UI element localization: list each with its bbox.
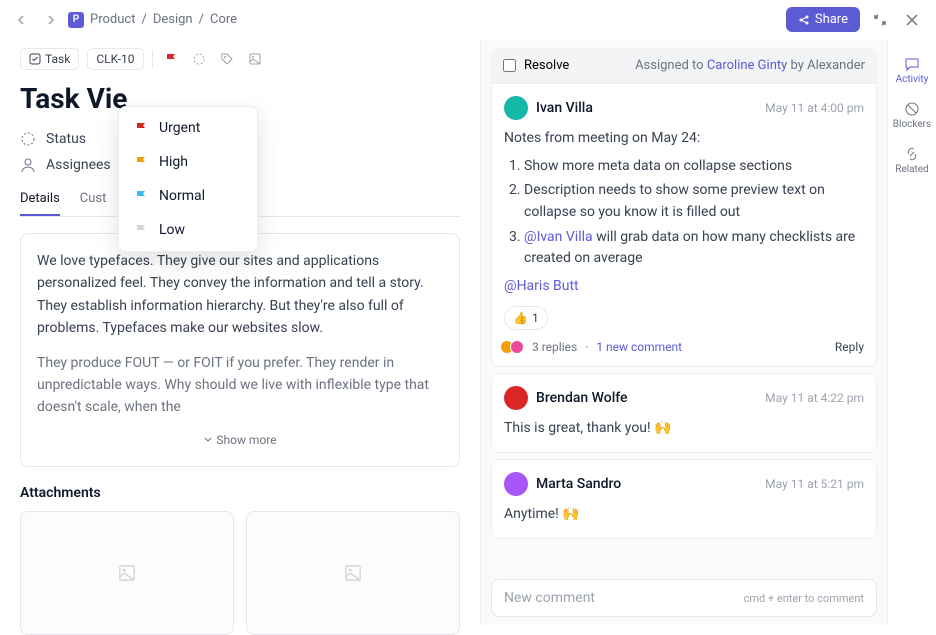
mention[interactable]: @Ivan Villa [524, 229, 593, 245]
link-icon [904, 146, 920, 162]
comment: Marta Sandro May 11 at 5:21 pm Anytime! … [491, 459, 877, 539]
image-icon [117, 563, 137, 583]
priority-option-low[interactable]: Low [119, 213, 257, 247]
task-id-pill[interactable]: CLK-10 [87, 48, 143, 70]
nav-back[interactable] [12, 10, 32, 30]
check-icon [29, 53, 41, 65]
breadcrumb-item[interactable]: Core [210, 12, 237, 27]
resolve-checkbox[interactable] [503, 59, 516, 72]
priority-option-high[interactable]: High [119, 145, 257, 179]
flag-icon [133, 223, 149, 237]
nav-forward[interactable] [40, 10, 60, 30]
flag-icon [133, 121, 149, 135]
comment: Ivan Villa May 11 at 4:00 pm Notes from … [491, 83, 877, 367]
sidetab-related[interactable]: Related [888, 138, 936, 183]
resolve-label: Resolve [524, 58, 569, 73]
comment-time: May 11 at 5:21 pm [765, 477, 864, 491]
replies-count[interactable]: 3 replies [532, 340, 577, 354]
attachment-placeholder[interactable] [246, 511, 460, 635]
assigned-text: Assigned to Caroline Ginty by Alexander [635, 58, 865, 73]
tab-details[interactable]: Details [20, 183, 60, 216]
new-comment-count[interactable]: 1 new comment [596, 340, 682, 354]
avatar [504, 472, 528, 496]
image-icon[interactable] [245, 49, 265, 69]
flag-icon [133, 155, 149, 169]
priority-flag-icon[interactable] [161, 49, 181, 69]
avatar [504, 96, 528, 120]
show-more-button[interactable]: Show more [37, 431, 443, 450]
comment-author: Marta Sandro [536, 476, 621, 492]
reply-button[interactable]: Reply [835, 340, 864, 354]
share-button[interactable]: Share [786, 7, 860, 32]
breadcrumb: P Product / Design / Core [68, 12, 237, 28]
reply-avatars [504, 340, 524, 354]
close-icon[interactable] [900, 8, 924, 32]
assignee-link[interactable]: Caroline Ginty [707, 58, 787, 73]
comment-author: Brendan Wolfe [536, 390, 628, 406]
mention[interactable]: @Haris Butt [504, 276, 864, 298]
comment-author: Ivan Villa [536, 100, 593, 116]
comment-icon [904, 56, 920, 72]
tag-icon[interactable] [217, 49, 237, 69]
attachment-placeholder[interactable] [20, 511, 234, 635]
breadcrumb-item[interactable]: Design [153, 12, 193, 27]
priority-option-normal[interactable]: Normal [119, 179, 257, 213]
person-icon [20, 157, 36, 173]
image-icon [343, 563, 363, 583]
priority-option-urgent[interactable]: Urgent [119, 111, 257, 145]
flag-icon [133, 189, 149, 203]
block-icon [904, 101, 920, 117]
avatar [504, 386, 528, 410]
description-box[interactable]: We love typefaces. They give our sites a… [20, 233, 460, 467]
task-type-pill[interactable]: Task [20, 48, 79, 70]
sidetab-blockers[interactable]: Blockers [888, 93, 936, 138]
priority-dropdown: Urgent High Normal Low [118, 106, 258, 252]
comment-time: May 11 at 4:00 pm [765, 101, 864, 115]
collapse-icon[interactable] [868, 8, 892, 32]
share-icon [798, 14, 810, 26]
comment: Brendan Wolfe May 11 at 4:22 pm This is … [491, 373, 877, 453]
tab-custom[interactable]: Cust [80, 183, 107, 216]
keyboard-hint: cmd + enter to comment [744, 592, 864, 605]
reaction[interactable]: 👍1 [504, 306, 548, 331]
status-icon [20, 131, 36, 147]
sprint-icon[interactable] [189, 49, 209, 69]
chevron-down-icon [203, 434, 213, 444]
workspace-icon: P [68, 12, 84, 28]
comment-time: May 11 at 4:22 pm [765, 391, 864, 405]
new-comment-input[interactable]: New comment cmd + enter to comment [491, 579, 877, 617]
attachments-heading: Attachments [20, 485, 460, 501]
breadcrumb-item[interactable]: Product [90, 12, 135, 27]
sidetab-activity[interactable]: Activity [888, 48, 936, 93]
